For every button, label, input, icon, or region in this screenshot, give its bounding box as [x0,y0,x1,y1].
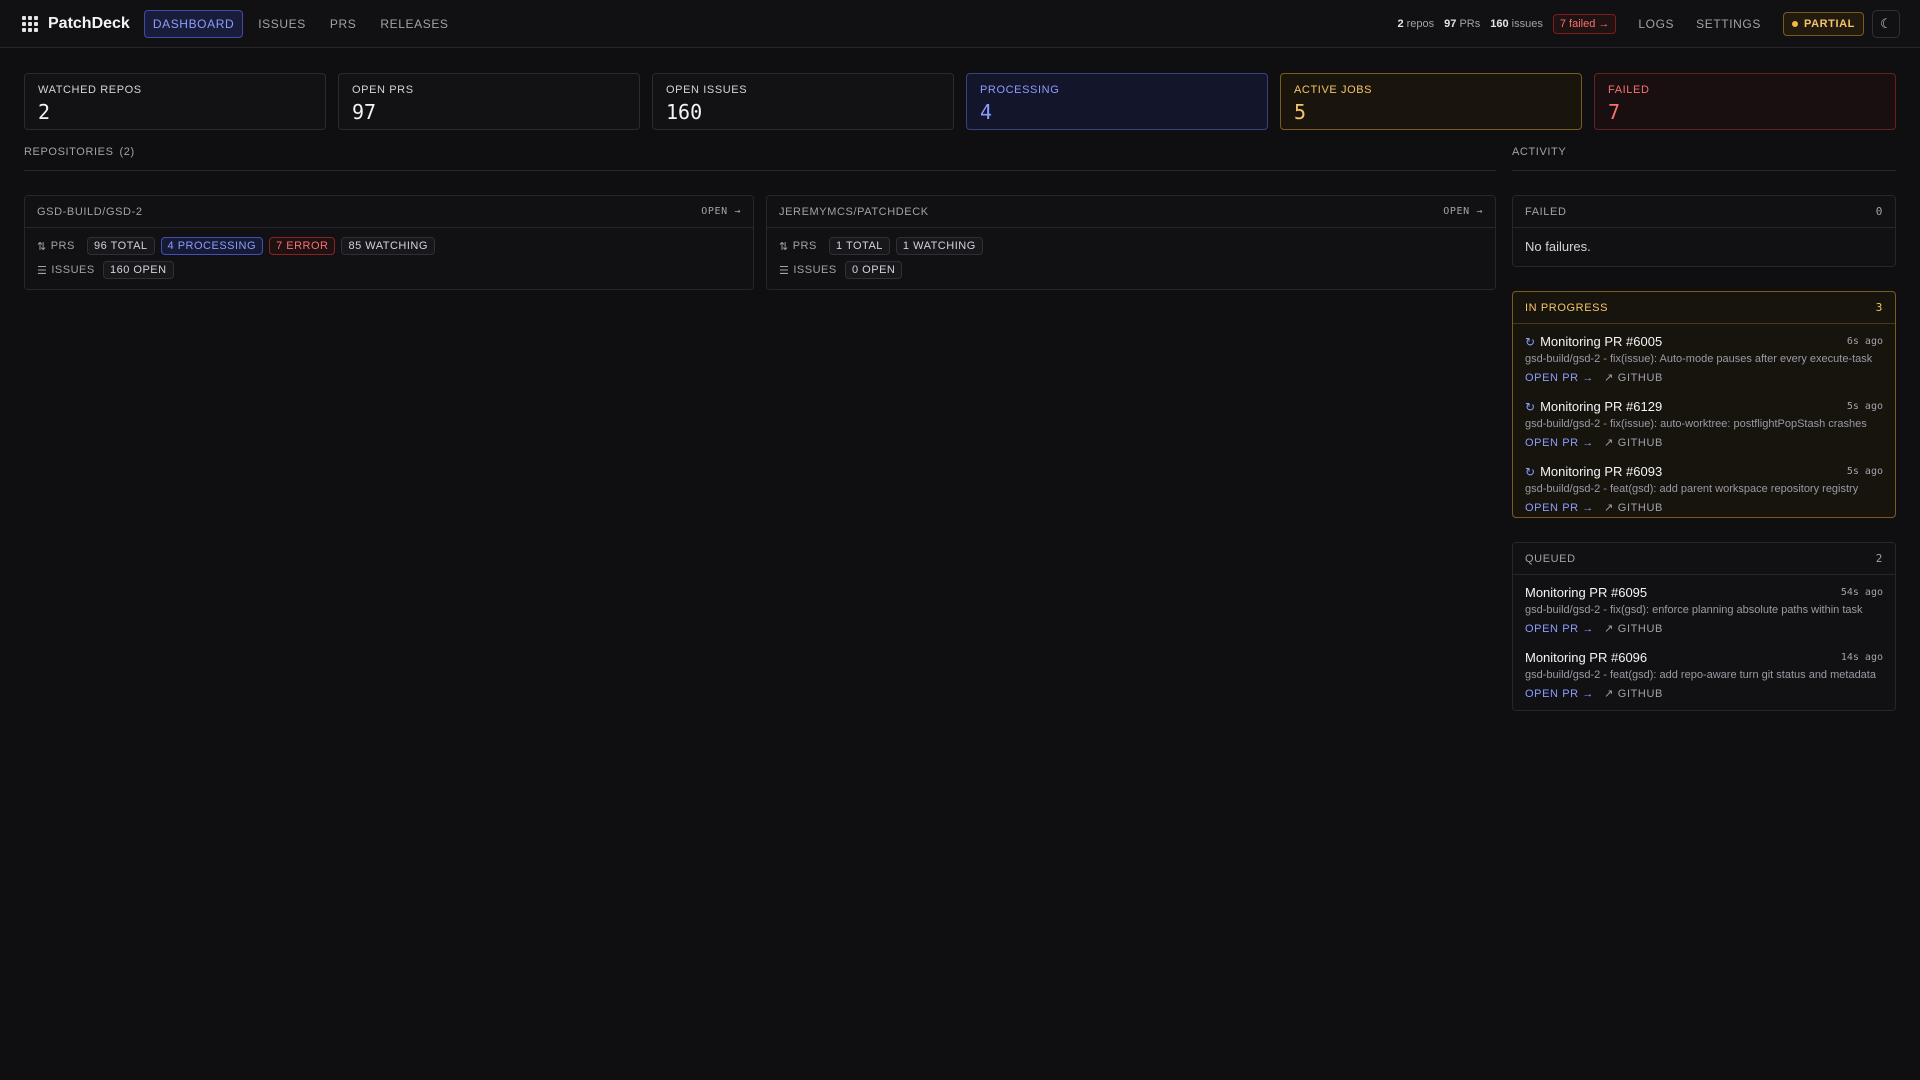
pr-watching-tag[interactable]: 1 WATCHING [895,237,983,255]
top-bar: PatchDeck DASHBOARD ISSUES PRS RELEASES … [0,0,1920,48]
repo-name[interactable]: JEREMYMCS/PATCHDECK [779,206,929,218]
git-pull-request-icon: ⇅ [37,240,47,253]
list-item: ↻ Monitoring PR #6093 5s ago gsd-build/gs… [1525,464,1883,515]
open-pr-link[interactable]: OPEN PR → [1525,623,1594,635]
list-icon: ☰ [779,264,790,277]
stat-issues: 160 issues [1490,17,1543,30]
external-link-icon: ↗ [1603,688,1614,700]
card-active-jobs: ACTIVE JOBS 5 [1280,73,1582,130]
github-link[interactable]: ↗ GITHUB [1603,501,1663,515]
empty-state: No failures. [1525,239,1591,254]
nav-releases[interactable]: RELEASES [371,10,457,38]
external-link-icon: ↗ [1603,437,1614,449]
logs-link[interactable]: LOGS [1638,17,1674,31]
list-item: Monitoring PR #6095 54s ago gsd-build/gs… [1525,585,1883,636]
card-failed: FAILED 7 [1594,73,1896,130]
list-item: ↻ Monitoring PR #6129 5s ago gsd-build/gs… [1525,399,1883,450]
in-progress-list[interactable]: ↻ Monitoring PR #6005 6s ago gsd-build/gs… [1513,324,1895,517]
github-link[interactable]: ↗ GITHUB [1603,371,1663,385]
issues-open-tag[interactable]: 0 OPEN [845,261,903,279]
open-pr-link[interactable]: OPEN PR → [1525,688,1594,700]
repositories-heading: REPOSITORIES (2) [24,146,1496,171]
grid-icon [22,15,38,32]
card-open-prs: OPEN PRS 97 [338,73,640,130]
pr-total-tag[interactable]: 96 TOTAL [87,237,155,255]
card-open-issues: OPEN ISSUES 160 [652,73,954,130]
moon-icon: ☾ [1880,15,1892,31]
nav-prs[interactable]: PRS [321,10,365,38]
repo-open-link[interactable]: OPEN → [1443,206,1483,217]
repo-name[interactable]: GSD-BUILD/GSD-2 [37,206,143,218]
github-link[interactable]: ↗ GITHUB [1603,436,1663,450]
card-processing: PROCESSING 4 [966,73,1268,130]
repositories-section: REPOSITORIES (2) GSD-BUILD/GSD-2 OPEN → … [24,130,1496,711]
spinner-icon: ↻ [1525,334,1536,349]
list-item: Monitoring PR #6096 14s ago gsd-build/gs… [1525,650,1883,701]
status-dot-icon [1791,20,1798,27]
repo-open-link[interactable]: OPEN → [701,206,741,217]
github-link[interactable]: ↗ GITHUB [1603,687,1663,701]
failed-count: 0 [1875,205,1883,218]
external-link-icon: ↗ [1603,623,1614,635]
external-link-icon: ↗ [1603,502,1614,514]
spinner-icon: ↻ [1525,464,1536,479]
stat-repos: 2 repos [1397,17,1435,30]
git-pull-request-icon: ⇅ [779,240,789,253]
settings-link[interactable]: SETTINGS [1696,17,1761,31]
github-link[interactable]: ↗ GITHUB [1603,622,1663,636]
nav-issues[interactable]: ISSUES [249,10,315,38]
open-pr-link[interactable]: OPEN PR → [1525,437,1594,449]
activity-section: ACTIVITY FAILED 0 No failures. IN PROGRE… [1512,130,1896,711]
nav-dashboard[interactable]: DASHBOARD [143,9,244,38]
pr-processing-tag[interactable]: 4 PROCESSING [160,237,264,255]
stat-prs: 97 PRs [1444,17,1481,30]
repo-card: JEREMYMCS/PATCHDECK OPEN → ⇅ PRS 1 TOTAL … [766,195,1496,290]
failed-link[interactable]: 7 failed → [1552,13,1617,34]
activity-heading: ACTIVITY [1512,146,1896,171]
queued-count: 2 [1875,552,1883,565]
theme-toggle-button[interactable]: ☾ [1872,9,1900,38]
pr-error-tag[interactable]: 7 ERROR [269,237,336,255]
issues-open-tag[interactable]: 160 OPEN [103,261,174,279]
spinner-icon: ↻ [1525,399,1536,414]
logo[interactable]: PatchDeck [22,15,130,33]
brand-name: PatchDeck [48,14,130,32]
open-pr-link[interactable]: OPEN PR → [1525,372,1594,384]
list-item: ↻ Monitoring PR #6005 6s ago gsd-build/gs… [1525,334,1883,385]
in-progress-panel: IN PROGRESS 3 ↻ Monitoring PR #6005 6s ag… [1512,291,1896,518]
open-pr-link[interactable]: OPEN PR → [1525,502,1594,514]
external-link-icon: ↗ [1603,372,1614,384]
stat-cards: WATCHED REPOS 2 OPEN PRS 97 OPEN ISSUES … [0,48,1920,130]
failed-panel: FAILED 0 No failures. [1512,195,1896,267]
list-icon: ☰ [37,264,48,277]
pr-watching-tag[interactable]: 85 WATCHING [341,237,435,255]
queued-panel: QUEUED 2 Monitoring PR #6095 54s ago gsd… [1512,542,1896,711]
pr-total-tag[interactable]: 1 TOTAL [829,237,890,255]
in-progress-count: 3 [1875,301,1883,314]
repo-card: GSD-BUILD/GSD-2 OPEN → ⇅ PRS 96 TOTAL 4 P… [24,195,754,290]
partial-status-button[interactable]: PARTIAL [1782,11,1864,36]
card-watched-repos: WATCHED REPOS 2 [24,73,326,130]
